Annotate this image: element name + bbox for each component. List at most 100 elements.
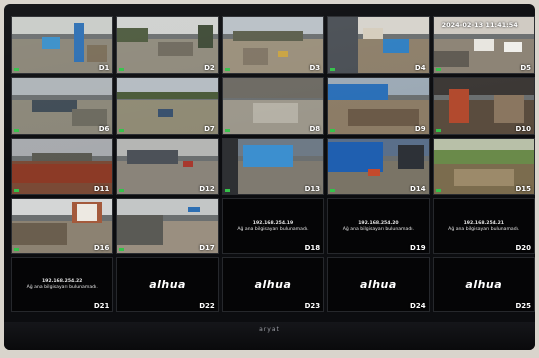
feed-object [232, 31, 304, 42]
feed-object [74, 22, 85, 62]
channel-label: D8 [309, 125, 321, 133]
offline-message: 192.168.254.19 Ağ ana bilgisayarı bulunam… [223, 221, 323, 233]
channel-label: D5 [520, 64, 531, 72]
recording-indicator-icon [435, 68, 441, 71]
feed-object [72, 108, 108, 126]
channel-label: D22 [199, 302, 215, 310]
camera-tile-d2[interactable]: D2 [116, 16, 219, 74]
dahua-logo: alhua [465, 278, 503, 292]
feed-object [32, 100, 78, 112]
error-text: Ağ ana bilgisayarı bulunamadı. [342, 226, 414, 232]
recording-indicator-icon [224, 129, 230, 132]
recording-indicator-icon [14, 68, 19, 71]
feed-object [328, 83, 389, 101]
feed-object [12, 223, 68, 245]
channel-label: D16 [93, 244, 110, 252]
channel-label: D10 [515, 125, 531, 133]
recording-indicator-icon [330, 189, 336, 192]
camera-feed [117, 78, 218, 134]
recording-indicator-icon [330, 129, 336, 132]
camera-tile-d7[interactable]: D7 [116, 77, 219, 135]
recording-indicator-icon [119, 248, 125, 251]
camera-feed [12, 17, 113, 73]
camera-tile-d3[interactable]: D3 [221, 16, 325, 74]
channel-label: D21 [93, 302, 110, 310]
camera-tile-d21[interactable]: 192.168.254.22 Ağ ana bilgisayarı bulunam… [11, 257, 114, 312]
dahua-logo: alhua [360, 278, 397, 292]
camera-tile-d19[interactable]: 192.168.254.20 Ağ ana bilgisayarı bulunam… [327, 198, 430, 254]
camera-tile-d5[interactable]: 2024-02-13 11:41:54 D5 [432, 16, 535, 74]
channel-label: D18 [304, 244, 321, 252]
camera-tile-d23[interactable]: alhua D23 [221, 257, 325, 312]
feed-object [242, 47, 268, 65]
feed-sky [12, 17, 113, 34]
camera-tile-d4[interactable]: D4 [327, 16, 430, 74]
camera-feed [12, 78, 113, 134]
camera-tile-d18[interactable]: 192.168.254.19 Ağ ana bilgisayarı bulunam… [221, 198, 325, 254]
feed-object [493, 94, 524, 123]
camera-tile-d24[interactable]: alhua D24 [327, 257, 430, 312]
camera-tile-d6[interactable]: D6 [11, 77, 114, 135]
camera-tile-d17[interactable]: D17 [116, 198, 219, 254]
camera-tile-d11[interactable]: D11 [11, 138, 114, 195]
monitor-brand: aryat [259, 326, 280, 333]
error-text: Ağ ana bilgisayarı bulunamadı. [448, 226, 520, 232]
channel-label: D6 [98, 125, 110, 133]
channel-label: D24 [410, 302, 426, 310]
channel-label: D23 [304, 302, 321, 310]
camera-feed [328, 17, 429, 73]
camera-tile-d13[interactable]: D13 [221, 138, 325, 195]
channel-label: D11 [93, 185, 110, 193]
camera-tile-d10[interactable]: D10 [432, 77, 535, 135]
channel-label: D17 [199, 244, 215, 252]
feed-object [363, 28, 384, 40]
channel-label: D15 [515, 185, 531, 193]
recording-indicator-icon [330, 68, 336, 71]
feed-object [368, 169, 381, 176]
feed-object [222, 78, 324, 98]
camera-tile-d15[interactable]: D15 [432, 138, 535, 195]
feed-object [117, 28, 148, 43]
channel-label: D19 [410, 244, 426, 252]
camera-tile-d14[interactable]: D14 [327, 138, 430, 195]
camera-tile-d20[interactable]: 192.168.254.21 Ağ ana bilgisayarı bulunam… [432, 198, 535, 254]
camera-feed [222, 17, 324, 73]
recording-indicator-icon [435, 129, 441, 132]
channel-label: D2 [204, 64, 215, 72]
recording-indicator-icon [119, 68, 125, 71]
feed-object [187, 207, 200, 213]
camera-tile-d1[interactable]: D1 [11, 16, 114, 74]
camera-tile-d25[interactable]: alhua D25 [432, 257, 535, 312]
feed-object [77, 204, 98, 221]
channel-label: D3 [309, 64, 321, 72]
feed-object [117, 215, 163, 245]
feed-object [433, 50, 469, 68]
camera-tile-d9[interactable]: D9 [327, 77, 430, 135]
channel-label: D9 [414, 125, 426, 133]
feed-object [222, 139, 238, 194]
error-text: Ağ ana bilgisayarı bulunamadı. [26, 285, 98, 291]
camera-tile-d12[interactable]: D12 [116, 138, 219, 195]
camera-grid: D1 D2 D3 D4 2024-02-13 11:41:54 D5 D6 D7 D8 D9 D10… [11, 16, 535, 318]
channel-label: D1 [98, 64, 110, 72]
feed-ground [117, 100, 218, 134]
feed-object [252, 103, 299, 123]
camera-feed [117, 17, 218, 73]
recording-indicator-icon [224, 68, 230, 71]
feed-object [448, 89, 469, 123]
camera-tile-d22[interactable]: alhua D22 [116, 257, 219, 312]
offline-message: 192.168.254.22 Ağ ana bilgisayarı bulunam… [12, 279, 112, 291]
feed-object [127, 150, 178, 164]
feed-object [383, 39, 409, 54]
feed-object [328, 141, 384, 172]
camera-tile-d16[interactable]: D16 [11, 198, 114, 254]
feed-ground [222, 39, 324, 73]
offline-message: 192.168.254.20 Ağ ana bilgisayarı bulunam… [328, 221, 428, 233]
feed-object [117, 92, 218, 99]
camera-feed [328, 78, 429, 134]
channel-label: D14 [410, 185, 426, 193]
feed-object [197, 25, 213, 48]
camera-tile-d8[interactable]: D8 [221, 77, 325, 135]
channel-label: D20 [515, 244, 531, 252]
feed-object [398, 144, 424, 170]
